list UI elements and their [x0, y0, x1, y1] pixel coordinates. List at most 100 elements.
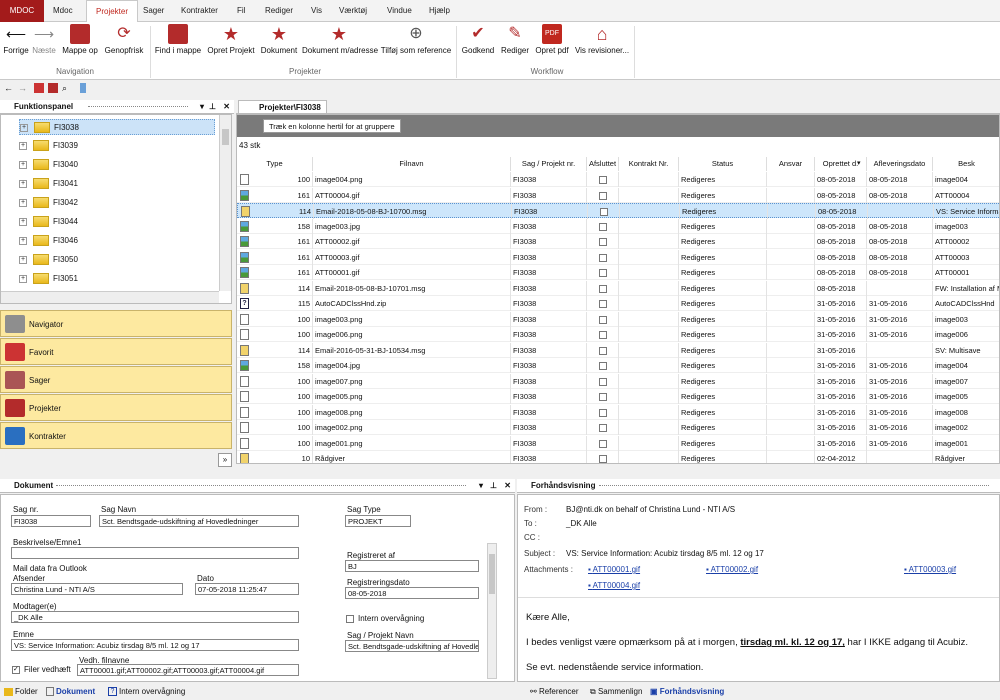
tree-node[interactable]: + FI3039 — [19, 138, 78, 154]
table-row[interactable]: 161 ATT00003.gif FI3038 Redigeres 08-05-2018… — [237, 249, 999, 265]
table-row[interactable]: 161 ATT00004.gif FI3038 Redigeres 08-05-2018… — [237, 187, 999, 203]
forrige-button[interactable]: ⟵ Forrige — [3, 24, 29, 55]
afsluttet-checkbox[interactable] — [598, 408, 607, 417]
tab-sammenlign[interactable]: ⧉ Sammenlign — [590, 683, 642, 700]
expand-icon[interactable]: + — [19, 179, 27, 188]
table-row[interactable]: 100 image007.png FI3038 Redigeres 31-05-2016… — [237, 373, 999, 389]
registreringsdato-field[interactable]: 08-05-2018 — [345, 587, 479, 599]
column-header[interactable]: Sag / Projekt nr. — [511, 157, 587, 171]
afsluttet-checkbox[interactable] — [598, 253, 607, 262]
column-header[interactable]: Afsluttet — [587, 157, 619, 171]
tree-node[interactable]: + FI3046 — [19, 233, 78, 249]
afsluttet-checkbox[interactable] — [598, 269, 607, 278]
mappe-op-button[interactable]: Mappe op — [62, 24, 98, 55]
expand-icon[interactable]: + — [19, 141, 27, 150]
expand-icon[interactable]: + — [19, 255, 27, 264]
tab-projekter-fi3038[interactable]: Projekter\FI3038 — [238, 100, 327, 114]
attachment-link[interactable]: ▪ ATT00004.gif — [588, 581, 640, 590]
tab-folder[interactable]: Folder — [4, 683, 38, 700]
afsluttet-checkbox[interactable] — [598, 238, 607, 247]
sag-type-field[interactable]: PROJEKT — [345, 515, 411, 527]
close-icon[interactable]: ✕ — [504, 479, 511, 493]
tab-projekter[interactable]: Projekter — [86, 0, 139, 23]
naeste-button[interactable]: ⟶ Næste — [32, 24, 56, 55]
tab-vaerktoej[interactable]: Værktøj — [330, 0, 376, 22]
sag-nr-field[interactable]: FI3038 — [11, 515, 91, 527]
table-row[interactable]: 158 image003.jpg FI3038 Redigeres 08-05-2018… — [237, 218, 999, 234]
mail-icon[interactable] — [34, 83, 44, 93]
tilfoej-reference-button[interactable]: ⊕ Tilføj som reference — [380, 24, 452, 55]
scrollbar-thumb[interactable] — [489, 554, 495, 594]
table-row[interactable]: 100 image005.png FI3038 Redigeres 31-05-2016… — [237, 389, 999, 404]
attachment-link[interactable]: ▪ ATT00001.gif — [588, 565, 640, 574]
column-header[interactable]: Type — [237, 157, 313, 171]
column-header[interactable]: Kontrakt Nr. — [619, 157, 679, 171]
beskrivelse-field[interactable] — [11, 547, 299, 559]
pin-icon[interactable]: ⊥ — [209, 100, 216, 114]
afsluttet-checkbox[interactable] — [598, 315, 607, 324]
tree-node[interactable]: + FI3050 — [19, 252, 78, 268]
afsluttet-checkbox[interactable] — [598, 455, 607, 463]
tree-node[interactable]: + FI3051 — [19, 271, 78, 287]
dropdown-arrow-icon[interactable]: ▾ — [200, 100, 204, 114]
afsluttet-checkbox[interactable] — [598, 346, 607, 355]
column-header[interactable]: Besk — [933, 157, 999, 171]
panel-grip[interactable] — [56, 485, 466, 487]
table-row[interactable]: ? 115 AutoCADClssHnd.zip FI3038 Redigeres 31-… — [237, 296, 999, 311]
dropdown-icon[interactable] — [80, 83, 86, 93]
column-header[interactable]: Afleveringsdato — [867, 157, 933, 171]
nav-button-kontrakter[interactable]: Kontrakter — [0, 422, 232, 449]
expand-icon[interactable]: + — [19, 160, 27, 169]
panel-grip[interactable] — [599, 485, 989, 487]
afsluttet-checkbox[interactable] — [598, 300, 607, 309]
table-row[interactable]: 100 image008.png FI3038 Redigeres 31-05-2016… — [237, 404, 999, 420]
dokument-button[interactable]: ★ Dokument — [260, 24, 298, 55]
column-header[interactable]: Status — [679, 157, 767, 171]
tab-dokument[interactable]: Dokument — [46, 683, 95, 700]
find-i-mappe-button[interactable]: Find i mappe — [154, 24, 202, 55]
vis-revisioner-button[interactable]: ⌂ Vis revisioner... — [574, 24, 630, 55]
more-icon[interactable]: » — [218, 453, 232, 467]
column-header[interactable]: Filnavn — [313, 157, 511, 171]
tree-node[interactable]: + FI3040 — [19, 157, 78, 173]
attachment-link[interactable]: ▪ ATT00003.gif — [904, 565, 956, 574]
afsluttet-checkbox[interactable] — [598, 424, 607, 433]
rediger-button[interactable]: ✎ Rediger — [498, 24, 532, 55]
nav-button-sager[interactable]: Sager — [0, 366, 232, 393]
afsluttet-checkbox[interactable] — [598, 331, 607, 340]
dropdown-arrow-icon[interactable]: ▾ — [479, 479, 483, 493]
vedh-filnavne-field[interactable]: ATT00001.gif;ATT00002.gif;ATT00003.gif;A… — [77, 664, 299, 676]
table-row[interactable]: 100 image003.png FI3038 Redigeres 31-05-2016… — [237, 311, 999, 327]
tab-vindue[interactable]: Vindue — [378, 0, 421, 22]
afsluttet-checkbox[interactable] — [598, 362, 607, 371]
expand-icon[interactable]: + — [19, 198, 27, 207]
table-row[interactable]: 114 Email-2016-05-31-BJ-10534.msg FI3038 Re… — [237, 342, 999, 358]
nav-button-favorit[interactable]: Favorit — [0, 338, 232, 365]
intern-overvaagning-checkbox[interactable] — [346, 615, 354, 623]
expand-icon[interactable]: + — [20, 123, 28, 132]
afsluttet-checkbox[interactable] — [598, 439, 607, 448]
sag-projekt-navn-field[interactable]: Sct. Bendtsgade-udskiftning af Hovedlec — [345, 640, 479, 652]
opret-projekt-button[interactable]: ★ Opret Projekt — [207, 24, 255, 55]
table-row[interactable]: 100 image001.png FI3038 Redigeres 31-05-2016… — [237, 435, 999, 451]
tab-rediger[interactable]: Rediger — [256, 0, 302, 22]
panel-grip[interactable] — [88, 106, 188, 108]
emne-field[interactable]: VS: Service Information: Acubiz tirsdag … — [11, 639, 299, 651]
tree-node[interactable]: + FI3041 — [19, 176, 78, 192]
table-row[interactable]: 100 image002.png FI3038 Redigeres 31-05-2016… — [237, 420, 999, 435]
close-icon[interactable]: ✕ — [223, 100, 230, 114]
dato-field[interactable]: 07-05-2018 11:25:47 — [195, 583, 299, 595]
godkend-button[interactable]: ✔ Godkend — [460, 24, 496, 55]
afsluttet-checkbox[interactable] — [598, 191, 607, 200]
tree-hscrollbar[interactable] — [1, 291, 219, 303]
table-row[interactable]: 161 ATT00001.gif FI3038 Redigeres 08-05-2018… — [237, 265, 999, 280]
table-row[interactable]: 114 Email-2018-05-08-BJ-10700.msg FI3038 Re… — [237, 203, 999, 219]
expand-icon[interactable]: + — [19, 236, 27, 245]
magnifier-icon[interactable]: ⌕ — [62, 83, 72, 93]
table-row[interactable]: 161 ATT00002.gif FI3038 Redigeres 08-05-2018… — [237, 234, 999, 249]
tree-scrollbar[interactable] — [219, 115, 231, 291]
table-row[interactable]: 158 image004.jpg FI3038 Redigeres 31-05-2016… — [237, 358, 999, 373]
sag-navn-field[interactable]: Sct. Bendtsgade-udskiftning af Hovedledn… — [99, 515, 299, 527]
sort-arrow-icon[interactable]: ▾ — [857, 159, 861, 167]
tab-forhaandsvisning[interactable]: ▣ Forhåndsvisning — [650, 683, 724, 700]
